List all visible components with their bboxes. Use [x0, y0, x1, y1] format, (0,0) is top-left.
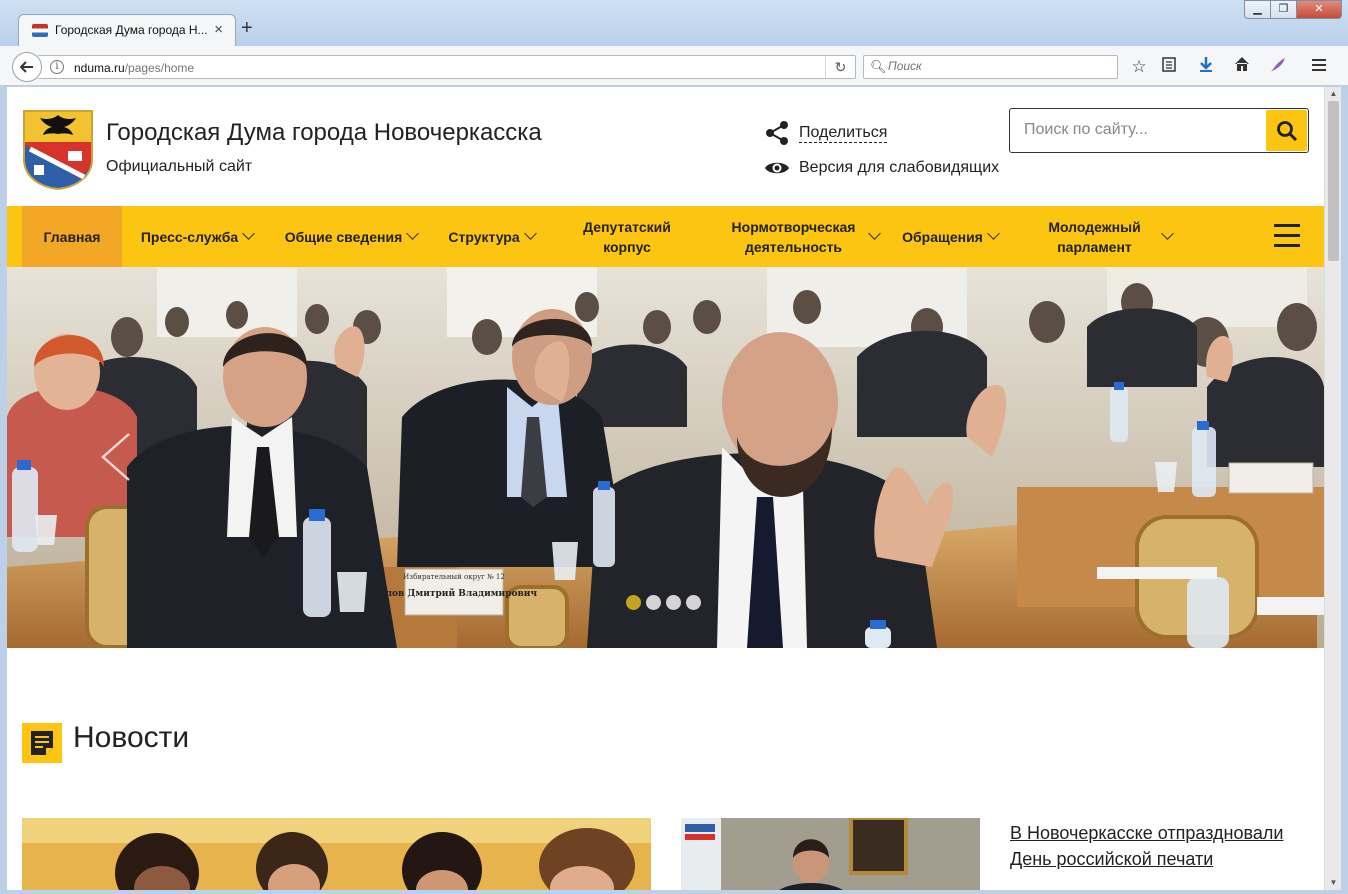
reload-icon[interactable]: ↻ [825, 56, 855, 78]
url-bar[interactable]: i nduma.ru/pages/home ↻ [38, 55, 856, 79]
nav-item-home[interactable]: Главная [22, 206, 122, 267]
bookmark-star-icon[interactable]: ☆ [1128, 56, 1150, 78]
accessibility-label: Версия для слабовидящих [799, 159, 1000, 176]
news-headline-link[interactable]: В Новочеркасске отпраздновали День росси… [1010, 820, 1310, 872]
back-arrow-icon [19, 61, 33, 73]
close-window-button[interactable]: ✕ [1296, 0, 1342, 19]
nav-item-deputies[interactable]: Депутатский корпус [563, 206, 691, 267]
accessibility-version-link[interactable]: Версия для слабовидящих [764, 159, 999, 177]
main-nav: Главная Пресс-служба Общие сведения Стру… [7, 206, 1324, 267]
slide-image-council-session: Избирательный округ № 12 Попов Дмитрий В… [7, 267, 1324, 648]
slider-dots [626, 595, 706, 610]
coat-of-arms-logo[interactable] [22, 109, 94, 191]
site-title[interactable]: Городская Дума города Новочеркасска [106, 119, 542, 147]
site-subtitle: Официальный сайт [106, 158, 253, 175]
browser-menu-icon[interactable] [1308, 56, 1330, 78]
nav-item-appeals[interactable]: Обращения [895, 206, 1005, 267]
news-image-students[interactable] [22, 818, 651, 890]
downloads-icon[interactable] [1195, 56, 1217, 78]
nameplate-district: Избирательный округ № 12 [403, 573, 505, 581]
share-label: Поделиться [799, 123, 888, 143]
scroll-up-icon[interactable]: ▲ [1325, 87, 1342, 101]
back-button[interactable] [12, 52, 42, 82]
slider-dot[interactable] [626, 595, 641, 610]
scroll-thumb[interactable] [1328, 101, 1339, 261]
chevron-down-icon [242, 227, 255, 240]
tab-title: Городская Дума города Н... [55, 23, 208, 37]
search-icon: 🔍︎ [870, 59, 887, 74]
slider-dot[interactable] [646, 595, 661, 610]
site-info-icon[interactable]: i [50, 60, 64, 74]
nameplate-name: Попов Дмитрий Владимирович [371, 588, 538, 599]
bookmarks-list-icon[interactable] [1158, 56, 1180, 78]
new-tab-button[interactable]: + [241, 18, 253, 38]
chevron-down-icon [406, 227, 420, 240]
tab-close-icon[interactable]: × [214, 21, 223, 38]
browser-tab[interactable]: Городская Дума города Н... × [18, 14, 236, 46]
eye-icon [765, 162, 789, 174]
chevron-down-icon [1160, 227, 1174, 240]
browser-search-input[interactable] [888, 59, 1108, 73]
search-icon [1277, 121, 1298, 142]
news-section-icon [22, 723, 62, 763]
hero-slider: Избирательный округ № 12 Попов Дмитрий В… [7, 267, 1324, 648]
nav-item-lawmaking[interactable]: Нормотворческая деятельность [721, 206, 881, 267]
nav-item-general-info[interactable]: Общие сведения [275, 206, 427, 267]
home-icon[interactable] [1231, 56, 1253, 78]
slider-dot[interactable] [666, 595, 681, 610]
site-search-button[interactable] [1266, 110, 1307, 151]
site-favicon-icon [32, 24, 48, 37]
minimize-button[interactable]: ▁ [1244, 0, 1271, 19]
chevron-down-icon [867, 227, 881, 240]
browser-search-bar[interactable]: 🔍︎ [863, 55, 1118, 79]
slider-prev-arrow-icon[interactable] [99, 432, 133, 482]
share-button[interactable]: Поделиться [764, 120, 888, 146]
window-controls: ▁ ❐ ✕ [1244, 0, 1342, 20]
slider-dot[interactable] [686, 595, 701, 610]
chevron-down-icon [986, 227, 1000, 240]
url-text[interactable]: nduma.ru/pages/home [74, 61, 194, 75]
feather-extension-icon[interactable] [1267, 56, 1289, 78]
site-search-box [1009, 108, 1309, 153]
nav-item-youth-parliament[interactable]: Молодежный парламент [1027, 206, 1177, 267]
hamburger-menu-icon[interactable] [1274, 224, 1300, 248]
page-viewport: Городская Дума города Новочеркасска Офиц… [7, 87, 1324, 890]
scroll-down-icon[interactable]: ▼ [1325, 876, 1342, 890]
browser-titlebar: Городская Дума города Н... × + ▁ ❐ ✕ [0, 0, 1348, 46]
browser-navbar: i nduma.ru/pages/home ↻ 🔍︎ ☆ [0, 46, 1348, 86]
chevron-down-icon [523, 227, 537, 240]
news-section-title: Новости [73, 721, 190, 754]
restore-button[interactable]: ❐ [1270, 0, 1297, 19]
page-scrollbar[interactable]: ▲ ▼ [1324, 87, 1341, 890]
news-image-press-day[interactable] [681, 818, 980, 890]
site-search-input[interactable] [1024, 121, 1254, 139]
nav-item-press[interactable]: Пресс-служба [132, 206, 262, 267]
share-icon [766, 121, 788, 145]
nav-item-structure[interactable]: Структура [440, 206, 543, 267]
